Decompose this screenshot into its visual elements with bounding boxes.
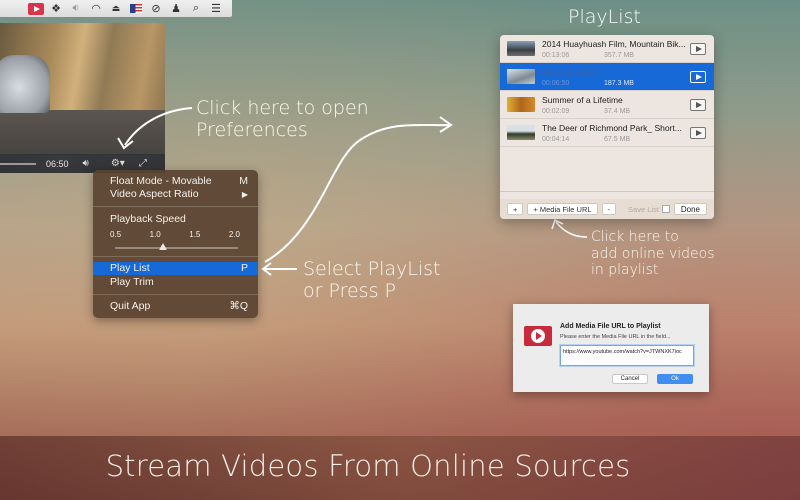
annotation-text: or Press P — [303, 280, 396, 303]
play-button[interactable] — [690, 126, 706, 139]
play-button[interactable] — [690, 70, 706, 83]
play-button[interactable] — [690, 42, 706, 55]
video-thumbnail — [507, 97, 535, 112]
app-logo-icon — [524, 326, 552, 346]
item-title: The Deer of Richmond Park_ Short... — [542, 122, 682, 133]
playlist-toolbar: + + Media File URL - Save List Done — [500, 199, 714, 219]
annotation-text: Preferences — [196, 119, 308, 142]
item-size: 67.5 MB — [604, 135, 631, 143]
video-thumbnail — [507, 125, 535, 140]
item-title: Summer of a Lifetime — [542, 94, 623, 105]
annotation-text: in playlist — [591, 262, 659, 279]
annotation-add-online: Click here to add online videos in playl… — [591, 229, 715, 279]
playlist-empty-area — [500, 147, 714, 192]
item-duration: 00:06:50 — [542, 79, 570, 87]
annotation-text: add online videos — [591, 245, 715, 262]
banner-text: Stream Videos From Online Sources — [105, 449, 631, 483]
item-size: 187.3 MB — [604, 79, 634, 87]
annotation-select-playlist: Select PlayList or Press P — [303, 258, 441, 303]
playlist-item-selected[interactable]: BMW i8 review 00:06:50 187.3 MB — [500, 63, 714, 91]
done-button[interactable]: Done — [673, 203, 707, 215]
save-list-toggle[interactable]: Save List — [628, 205, 670, 214]
media-url-input[interactable]: https://www.youtube.com/watch?v=JTWNXK7i… — [560, 345, 694, 366]
item-size: 37.4 MB — [604, 107, 631, 115]
arrow-to-media-url — [555, 221, 588, 238]
save-list-checkbox[interactable] — [661, 205, 670, 213]
remove-button[interactable]: - — [601, 203, 617, 215]
item-title: BMW i8 review — [542, 66, 599, 77]
video-thumbnail — [507, 41, 535, 56]
item-duration: 00:13:06 — [542, 51, 570, 59]
playlist-window: 2014 Huayhuash Film, Mountain Bik... 00:… — [500, 35, 714, 219]
cancel-button[interactable]: Cancel — [612, 374, 648, 384]
add-file-button[interactable]: + — [507, 203, 524, 215]
playlist-item[interactable]: The Deer of Richmond Park_ Short... 00:0… — [500, 119, 714, 147]
annotation-text: Select PlayList — [303, 258, 441, 280]
annotation-preferences: Click here to open Preferences — [196, 97, 369, 142]
dialog-title: Add Media File URL to Playlist — [560, 323, 661, 330]
play-button[interactable] — [690, 98, 706, 111]
item-duration: 00:02:09 — [542, 107, 570, 115]
dialog-subtitle: Please enter the Media File URL in the f… — [560, 334, 671, 340]
playlist-item[interactable]: 2014 Huayhuash Film, Mountain Bik... 00:… — [500, 35, 714, 63]
add-url-dialog: Add Media File URL to Playlist Please en… — [513, 304, 709, 392]
playlist-item[interactable]: Summer of a Lifetime 00:02:09 37.4 MB — [500, 91, 714, 119]
playlist-heading: PlayList — [568, 6, 641, 28]
video-thumbnail — [507, 69, 535, 84]
ok-button[interactable]: Ok — [657, 374, 693, 384]
save-list-label: Save List — [628, 204, 659, 214]
annotation-text: Click here to — [591, 229, 679, 245]
item-size: 357.7 MB — [604, 51, 634, 59]
item-duration: 00:04:14 — [542, 135, 570, 143]
add-media-url-button[interactable]: + Media File URL — [527, 203, 598, 215]
arrow-to-playlist — [264, 123, 451, 263]
annotation-text: Click here to open — [196, 97, 369, 119]
bottom-banner: Stream Videos From Online Sources — [0, 436, 800, 500]
arrow-to-gear — [124, 107, 193, 146]
item-title: 2014 Huayhuash Film, Mountain Bik... — [542, 38, 686, 49]
